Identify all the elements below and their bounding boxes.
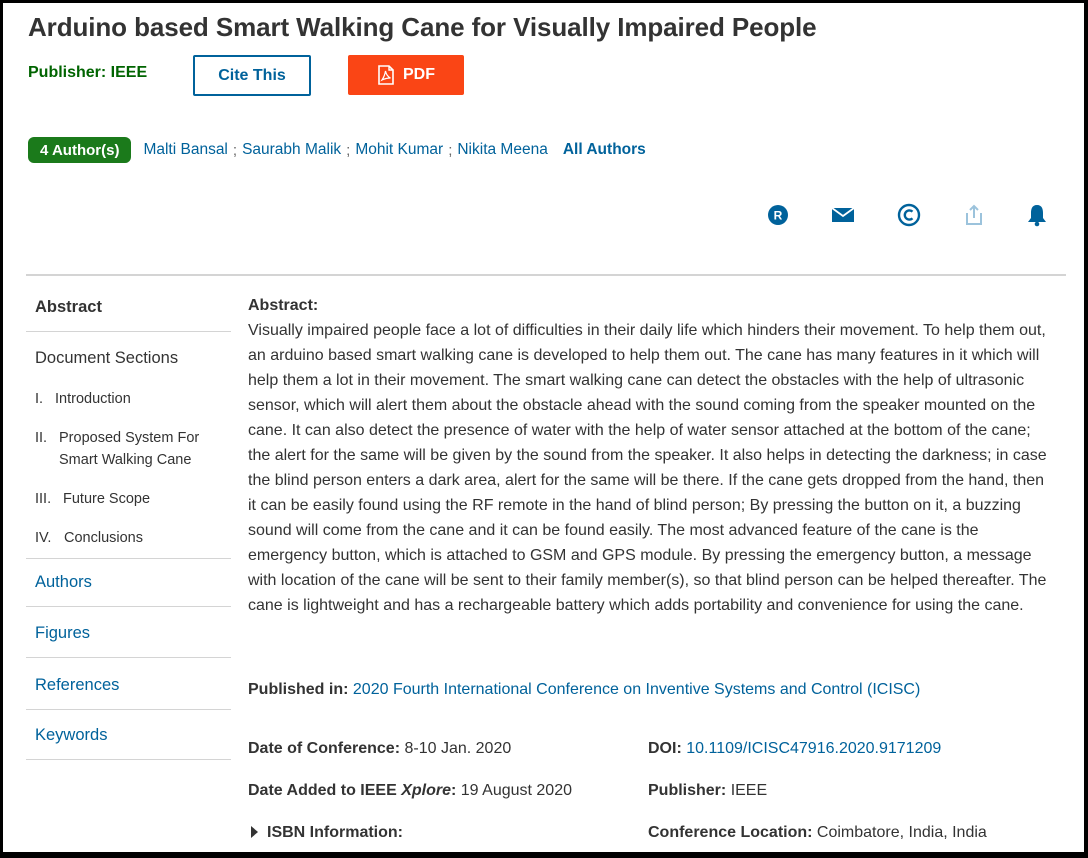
share-icon[interactable] [962,203,986,227]
cite-this-button[interactable]: Cite This [193,55,311,96]
abstract-heading: Abstract: [248,297,319,314]
conference-location: Conference Location: Coimbatore, India, … [648,824,987,842]
section-number: I. [35,391,44,407]
email-icon[interactable] [831,203,855,227]
conference-location-label: Conference Location: [648,824,813,841]
published-in-label: Published in: [248,681,349,698]
doi-link[interactable]: 10.1109/ICISC47916.2020.9171209 [686,740,941,757]
pdf-button[interactable]: PDF [348,55,464,95]
sidebar-item-abstract[interactable]: Abstract [26,285,231,331]
sidebar-sections-list: I. Introduction II. Proposed System For … [26,374,231,558]
svg-text:R: R [774,209,783,223]
abstract-text: Visually impaired people face a lot of d… [248,322,1047,614]
sidebar-item-keywords[interactable]: Keywords [26,710,231,759]
published-in-link[interactable]: 2020 Fourth International Conference on … [353,681,920,698]
author-count-badge[interactable]: 4 Author(s) [28,137,132,163]
conference-location-value: Coimbatore, India, India [816,824,987,841]
sidebar-section-item[interactable]: I. Introduction [26,388,231,427]
published-in: Published in: 2020 Fourth International … [248,681,920,699]
section-label: Proposed System For Smart Walking Cane [59,430,200,468]
author-separator: ; [346,141,351,159]
abstract-section: Abstract: Visually impaired people face … [248,296,1053,618]
authors-row: 4 Author(s) Malti Bansal ; Saurabh Malik… [28,137,646,163]
date-added-value: 19 August 2020 [460,782,572,799]
section-label: Future Scope [63,491,151,507]
sidebar-item-authors[interactable]: Authors [26,559,231,606]
cite-this-label: Cite This [218,66,286,84]
sidebar-section-item[interactable]: II. Proposed System For Smart Walking Ca… [26,427,231,488]
date-added: Date Added to IEEE Xplore: 19 August 202… [248,782,572,800]
publisher-label: Publisher: IEEE [28,64,148,81]
header-divider [26,274,1066,276]
article-title: Arduino based Smart Walking Cane for Vis… [28,12,817,42]
author-link[interactable]: Malti Bansal [143,141,227,159]
pdf-file-icon [377,65,395,85]
action-icons: R [0,203,1088,231]
sidebar-item-references[interactable]: References [26,658,231,709]
caret-right-icon [251,826,258,838]
author-separator: ; [448,141,453,159]
author-link[interactable]: Saurabh Malik [242,141,341,159]
alert-bell-icon[interactable] [1025,203,1049,227]
author-link[interactable]: Nikita Meena [457,141,547,159]
sidebar-section-item[interactable]: IV. Conclusions [26,527,231,558]
meta-publisher-label: Publisher: [648,782,727,799]
section-number: II. [35,430,48,446]
copyright-icon[interactable] [897,203,921,227]
isbn-information-toggle[interactable]: ISBN Information: [251,824,403,842]
date-of-conference-value: 8-10 Jan. 2020 [404,740,512,757]
sidebar-divider [26,759,231,760]
sidebar-section-item[interactable]: III. Future Scope [26,488,231,527]
author-link[interactable]: Mohit Kumar [355,141,443,159]
section-number: IV. [35,530,52,546]
section-label: Introduction [55,391,131,407]
sidebar-document-sections-heading: Document Sections [35,349,179,367]
sidebar-item-figures[interactable]: Figures [26,607,231,657]
meta-publisher-value: IEEE [730,782,768,799]
date-of-conference-label: Date of Conference: [248,740,401,757]
meta-publisher: Publisher: IEEE [648,782,767,800]
section-label: Conclusions [64,530,143,546]
date-added-label: Date Added to IEEE Xplore: [248,782,457,799]
author-separator: ; [232,141,238,159]
section-number: III. [35,491,52,507]
doi: DOI: 10.1109/ICISC47916.2020.9171209 [648,740,941,758]
pdf-label: PDF [403,66,435,83]
document-sidebar: Abstract Document Sections I. Introducti… [26,285,231,760]
rightslink-icon[interactable]: R [766,203,790,227]
date-of-conference: Date of Conference: 8-10 Jan. 2020 [248,740,511,758]
doi-label: DOI: [648,740,682,757]
all-authors-link[interactable]: All Authors [563,141,646,159]
isbn-label: ISBN Information: [267,824,403,841]
